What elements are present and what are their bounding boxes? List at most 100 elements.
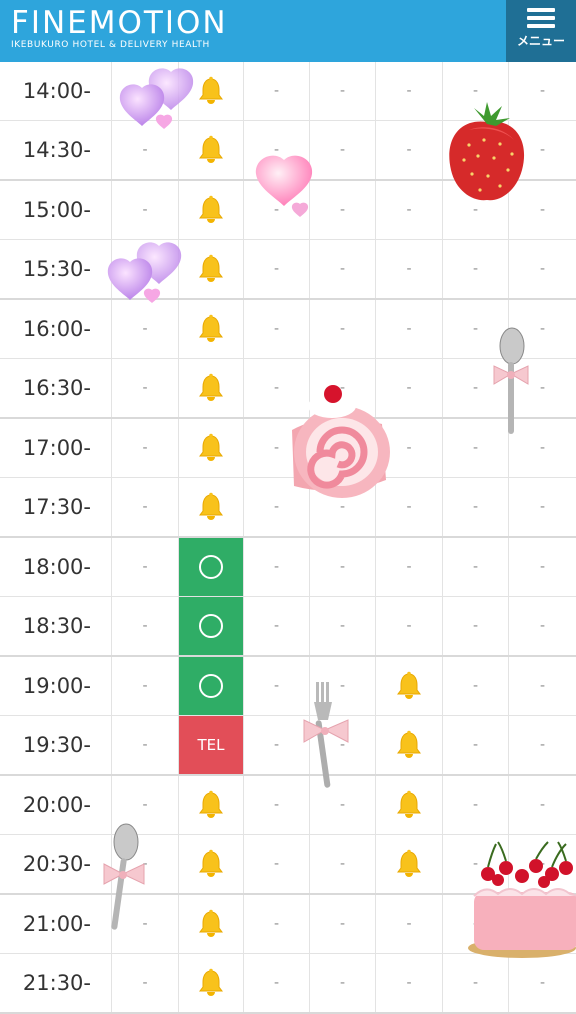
unavailable-slot: - <box>112 121 179 179</box>
unavailable-slot: - <box>376 419 443 477</box>
unavailable-slot: - <box>244 895 310 953</box>
table-row: 15:00- - - - - - - <box>0 181 576 240</box>
time-label: 20:00- <box>0 776 112 834</box>
time-label: 15:00- <box>0 181 112 239</box>
unavailable-slot: - <box>539 83 546 99</box>
logo-title: FINEMOTION <box>11 5 228 41</box>
time-label: 19:00- <box>0 657 112 715</box>
table-row: 18:00- - - - - - - <box>0 538 576 597</box>
bell-icon[interactable] <box>179 835 244 893</box>
unavailable-slot: - <box>443 597 509 655</box>
unavailable-slot: - <box>112 776 179 834</box>
time-label: 14:30- <box>0 121 112 179</box>
unavailable-slot: - <box>376 300 443 358</box>
available-slot[interactable] <box>179 597 244 655</box>
circle-icon <box>199 555 223 579</box>
unavailable-slot: - <box>443 835 509 893</box>
unavailable-slot: - <box>539 440 546 456</box>
unavailable-slot: - <box>539 678 546 694</box>
unavailable-slot: - <box>244 657 310 715</box>
table-row: 17:30- - - - - - - <box>0 478 576 538</box>
unavailable-slot: - <box>443 359 509 417</box>
time-label: 21:30- <box>0 954 112 1012</box>
unavailable-slot: - <box>443 538 509 596</box>
unavailable-slot: - <box>310 478 376 536</box>
bell-icon[interactable] <box>179 478 244 536</box>
unavailable-slot: - <box>310 240 376 298</box>
unavailable-slot: - <box>112 895 179 953</box>
unavailable-slot: - <box>376 181 443 239</box>
bell-icon[interactable] <box>376 776 443 834</box>
bell-icon[interactable] <box>376 716 443 774</box>
table-row: 18:30- - - - - - - <box>0 597 576 657</box>
unavailable-slot: - <box>310 776 376 834</box>
unavailable-slot: - <box>244 716 310 774</box>
tel-slot[interactable]: TEL <box>179 716 244 774</box>
time-label: 18:00- <box>0 538 112 596</box>
unavailable-slot: - <box>112 835 179 893</box>
unavailable-slot: - <box>244 62 310 120</box>
unavailable-slot: - <box>244 954 310 1012</box>
time-label: 20:30- <box>0 835 112 893</box>
menu-button[interactable]: メニュー <box>506 0 576 62</box>
unavailable-slot: - <box>443 895 509 953</box>
unavailable-slot: - <box>376 478 443 536</box>
table-row: 19:00- - - - - - <box>0 657 576 716</box>
unavailable-slot: - <box>539 737 546 753</box>
bell-icon[interactable] <box>179 776 244 834</box>
bell-icon[interactable] <box>179 181 244 239</box>
unavailable-slot: - <box>443 419 509 477</box>
circle-icon <box>199 614 223 638</box>
table-row: 20:00- - - - - - <box>0 776 576 835</box>
unavailable-slot: - <box>112 300 179 358</box>
unavailable-slot: - <box>112 954 179 1012</box>
unavailable-slot: - <box>539 797 546 813</box>
available-slot[interactable] <box>179 538 244 596</box>
time-label: 16:30- <box>0 359 112 417</box>
unavailable-slot: - <box>310 419 376 477</box>
unavailable-slot: - <box>443 478 509 536</box>
unavailable-slot: - <box>244 121 310 179</box>
bell-icon[interactable] <box>179 359 244 417</box>
bell-icon[interactable] <box>376 657 443 715</box>
available-slot[interactable] <box>179 657 244 715</box>
site-logo[interactable]: FINEMOTION IKEBUKURO HOTEL & DELIVERY HE… <box>11 6 228 50</box>
bell-icon[interactable] <box>179 954 244 1012</box>
bell-icon[interactable] <box>179 419 244 477</box>
unavailable-slot: - <box>112 478 179 536</box>
time-label: 17:00- <box>0 419 112 477</box>
time-label: 21:00- <box>0 895 112 953</box>
unavailable-slot: - <box>244 181 310 239</box>
unavailable-slot: - <box>112 419 179 477</box>
table-row: 21:00- - - - - - - <box>0 895 576 954</box>
unavailable-slot: - <box>443 716 509 774</box>
time-label: 18:30- <box>0 597 112 655</box>
unavailable-slot: - <box>244 300 310 358</box>
unavailable-slot: - <box>310 597 376 655</box>
unavailable-slot: - <box>310 62 376 120</box>
site-header: FINEMOTION IKEBUKURO HOTEL & DELIVERY HE… <box>0 0 576 62</box>
unavailable-slot: - <box>443 181 509 239</box>
bell-icon[interactable] <box>376 835 443 893</box>
unavailable-slot: - <box>112 538 179 596</box>
bell-icon[interactable] <box>179 300 244 358</box>
bell-icon[interactable] <box>179 240 244 298</box>
bell-icon[interactable] <box>179 121 244 179</box>
unavailable-slot: - <box>310 835 376 893</box>
unavailable-slot: - <box>376 121 443 179</box>
time-label: 15:30- <box>0 240 112 298</box>
table-row: 19:30- - TEL - - - - <box>0 716 576 776</box>
unavailable-slot: - <box>539 142 546 158</box>
time-label: 16:00- <box>0 300 112 358</box>
bell-icon[interactable] <box>179 62 244 120</box>
unavailable-slot: - <box>310 954 376 1012</box>
menu-label: メニュー <box>516 34 565 48</box>
unavailable-slot: - <box>539 380 546 396</box>
unavailable-slot: - <box>376 895 443 953</box>
unavailable-slot: - <box>112 62 179 120</box>
unavailable-slot: - <box>443 657 509 715</box>
table-row: 21:30- - - - - - - <box>0 954 576 1014</box>
hamburger-icon <box>527 8 555 28</box>
bell-icon[interactable] <box>179 895 244 953</box>
table-row: 15:30- - - - - - - <box>0 240 576 300</box>
